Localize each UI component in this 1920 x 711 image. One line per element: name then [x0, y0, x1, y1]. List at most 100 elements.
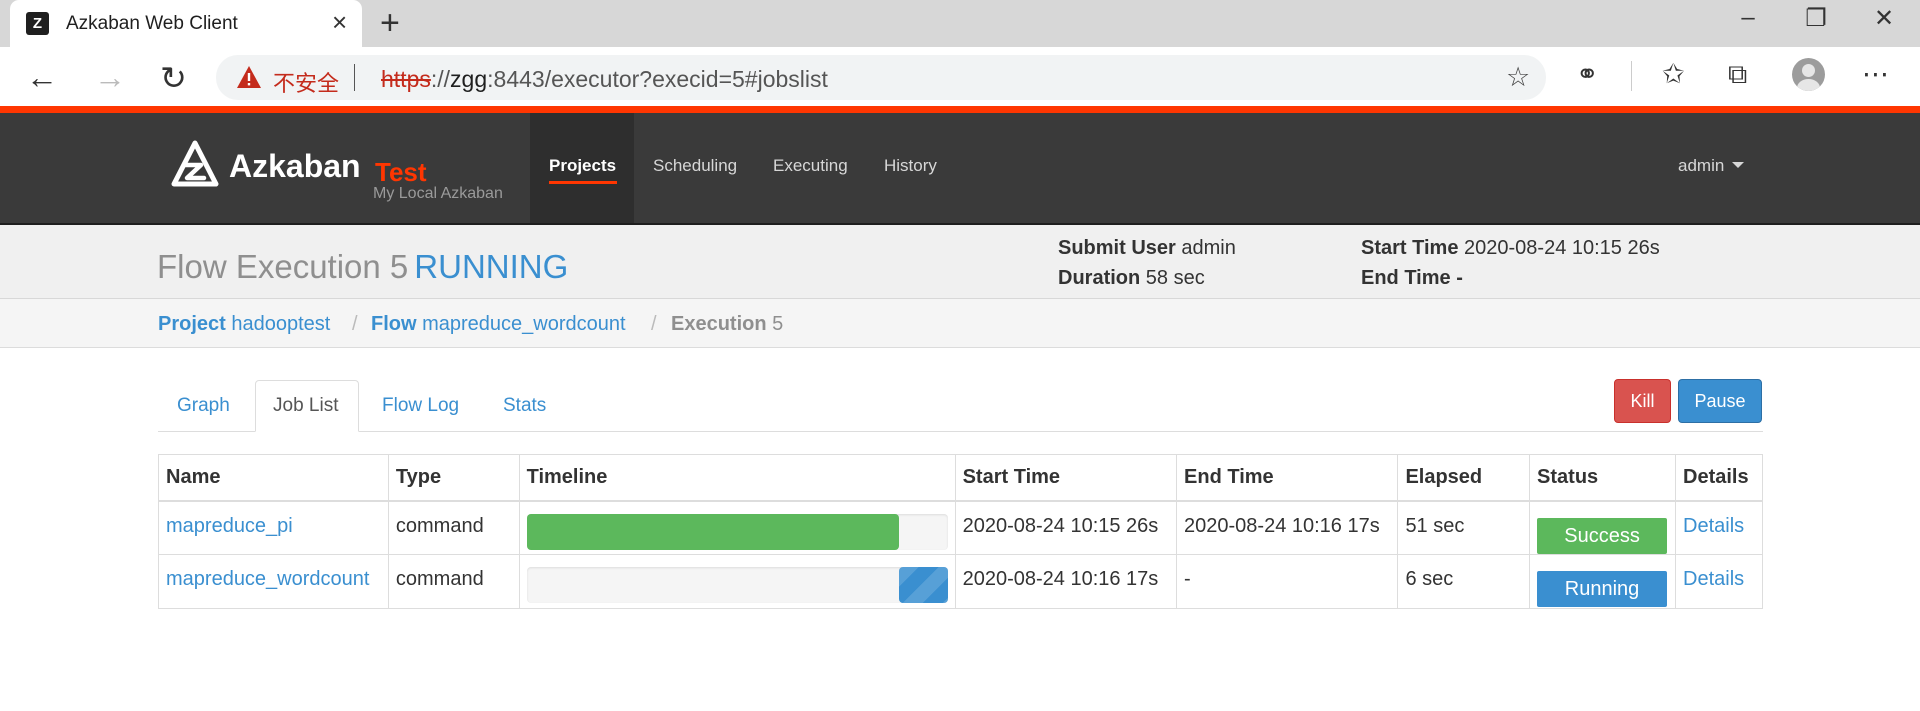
user-name: admin	[1678, 156, 1725, 175]
duration: Duration 58 sec	[1058, 267, 1205, 290]
flow-status: RUNNING	[414, 248, 569, 285]
breadcrumb-execution: Execution 5	[671, 313, 783, 336]
url-scheme: https	[381, 66, 431, 92]
insecure-label[interactable]: 不安全	[273, 66, 339, 98]
tab-flow-log[interactable]: Flow Log	[382, 395, 459, 417]
details-link[interactable]: Details	[1683, 515, 1744, 537]
user-menu[interactable]: admin	[1678, 156, 1745, 176]
more-menu-icon[interactable]: ⋯	[1862, 59, 1889, 90]
job-name-cell: mapreduce_wordcount	[158, 554, 389, 609]
tab-stats[interactable]: Stats	[503, 395, 546, 417]
back-arrow-icon[interactable]: ←	[26, 59, 58, 96]
job-status-cell: Running	[1529, 554, 1677, 609]
page-title: Flow Execution 5 RUNNING	[157, 248, 568, 286]
end-time-label: End Time	[1361, 267, 1451, 289]
window-restore-icon[interactable]: ❐	[1796, 4, 1836, 33]
pause-button[interactable]: Pause	[1678, 379, 1762, 423]
app-navbar: Azkaban Test My Local Azkaban Projects S…	[0, 113, 1920, 223]
new-tab-icon[interactable]: +	[380, 4, 400, 43]
profile-avatar[interactable]	[1792, 58, 1825, 91]
collections-icon[interactable]: ⧉	[1728, 59, 1747, 91]
nav-item-scheduling[interactable]: Scheduling	[653, 156, 737, 176]
address-bar[interactable]: 不安全 https://zgg:8443/executor?execid=5#j…	[216, 55, 1546, 100]
end-time: End Time -	[1361, 267, 1463, 290]
flow-title-text: Flow Execution 5	[157, 248, 409, 285]
end-time-value: -	[1456, 267, 1463, 289]
job-timeline-cell	[518, 500, 956, 555]
breadcrumb-project-value: hadooptest	[231, 313, 331, 335]
column-header-timeline[interactable]: Timeline	[518, 454, 956, 502]
job-end-time: 2020-08-24 10:16 17s	[1176, 500, 1399, 555]
details-link[interactable]: Details	[1683, 568, 1744, 590]
breadcrumb-separator: /	[352, 313, 358, 335]
url-text[interactable]: https://zgg:8443/executor?execid=5#jobsl…	[381, 66, 828, 93]
job-details-cell: Details	[1675, 500, 1763, 555]
column-header-name[interactable]: Name	[158, 454, 389, 502]
url-path: :8443/executor?execid=5#jobslist	[487, 66, 828, 92]
browser-tabstrip: Z Azkaban Web Client × + – ❐ ✕	[0, 0, 1920, 47]
window-close-icon[interactable]: ✕	[1864, 4, 1904, 33]
breadcrumb-flow[interactable]: Flow mapreduce_wordcount	[371, 313, 626, 336]
tab-close-icon[interactable]: ×	[332, 7, 347, 38]
column-header-elapsed[interactable]: Elapsed	[1397, 454, 1531, 502]
nav-item-projects[interactable]: Projects	[549, 156, 616, 176]
azkaban-logo-icon[interactable]	[171, 140, 219, 188]
favorite-star-icon[interactable]: ☆	[1506, 62, 1530, 93]
tab-job-list[interactable]: Job List	[255, 380, 359, 432]
job-timeline	[526, 567, 948, 603]
submit-user-value: admin	[1181, 237, 1236, 259]
reload-icon[interactable]: ↻	[160, 59, 187, 97]
nav-active-underline	[549, 181, 617, 184]
job-status-cell: Success	[1529, 500, 1677, 555]
tab-graph[interactable]: Graph	[177, 395, 230, 417]
breadcrumb-project-label: Project	[158, 313, 226, 335]
url-separator: ://	[430, 66, 451, 92]
extensions-icon[interactable]: ⚭	[1576, 59, 1599, 90]
brand-subtitle: My Local Azkaban	[373, 185, 503, 202]
toolbar-divider	[1631, 61, 1632, 91]
job-elapsed: 51 sec	[1397, 500, 1531, 555]
job-name-link[interactable]: mapreduce_pi	[166, 515, 293, 537]
column-header-end-time[interactable]: End Time	[1176, 454, 1399, 502]
brand-name[interactable]: Azkaban	[229, 148, 361, 185]
breadcrumb-execution-label: Execution	[671, 313, 767, 335]
job-name-link[interactable]: mapreduce_wordcount	[166, 568, 369, 590]
browser-toolbar: ← → ↻ 不安全 https://zgg:8443/executor?exec…	[0, 47, 1920, 108]
breadcrumb: Project hadooptest / Flow mapreduce_word…	[0, 299, 1920, 348]
breadcrumb-flow-label: Flow	[371, 313, 417, 335]
warning-icon	[237, 66, 261, 88]
breadcrumb-flow-value: mapreduce_wordcount	[422, 313, 626, 335]
start-time-label: Start Time	[1361, 237, 1459, 259]
column-header-type[interactable]: Type	[387, 454, 520, 502]
favorites-list-icon[interactable]: ✩	[1662, 59, 1685, 90]
jobs-table: Name Type Timeline Start Time End Time E…	[158, 454, 1763, 609]
timeline-bar	[899, 567, 948, 603]
job-timeline-cell	[518, 554, 956, 609]
kill-button[interactable]: Kill	[1614, 379, 1671, 423]
browser-tab[interactable]: Z Azkaban Web Client ×	[10, 0, 362, 47]
flow-header: Flow Execution 5 RUNNING Submit User admi…	[0, 223, 1920, 299]
nav-item-history[interactable]: History	[884, 156, 937, 176]
column-header-status[interactable]: Status	[1529, 454, 1677, 502]
job-type: command	[387, 554, 520, 609]
job-end-time: -	[1176, 554, 1399, 609]
submit-user: Submit User admin	[1058, 237, 1236, 260]
breadcrumb-execution-value: 5	[772, 313, 784, 335]
start-time-value: 2020-08-24 10:15 26s	[1464, 237, 1660, 259]
submit-user-label: Submit User	[1058, 237, 1176, 259]
status-badge: Success	[1537, 517, 1668, 554]
job-elapsed: 6 sec	[1397, 554, 1531, 609]
duration-label: Duration	[1058, 267, 1141, 289]
nav-item-executing[interactable]: Executing	[773, 156, 848, 176]
forward-arrow-icon[interactable]: →	[94, 59, 126, 96]
column-header-start-time[interactable]: Start Time	[954, 454, 1178, 502]
table-row: mapreduce_pi command 2020-08-24 10:15 26…	[158, 500, 1763, 555]
tabs-baseline	[158, 431, 1763, 432]
job-type: command	[387, 500, 520, 555]
job-details-cell: Details	[1675, 554, 1763, 609]
table-row: mapreduce_wordcount command 2020-08-24 1…	[158, 554, 1763, 609]
column-header-details[interactable]: Details	[1675, 454, 1763, 502]
window-minimize-icon[interactable]: –	[1728, 4, 1768, 32]
breadcrumb-project[interactable]: Project hadooptest	[158, 313, 330, 336]
job-name-cell: mapreduce_pi	[158, 500, 389, 555]
